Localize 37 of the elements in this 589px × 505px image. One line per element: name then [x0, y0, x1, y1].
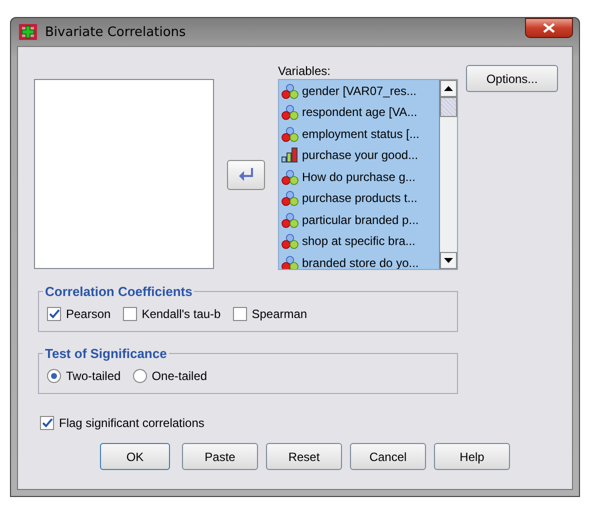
dialog-button[interactable]: Paste: [182, 443, 258, 470]
group-title: Test of Significance: [44, 346, 168, 361]
arrow-left-icon: [238, 168, 254, 182]
source-list[interactable]: [34, 79, 214, 269]
nominal-variable-icon: [281, 104, 299, 120]
nominal-variable-icon: [281, 168, 299, 185]
checkbox-option[interactable]: Spearman: [232, 307, 308, 321]
group-title: Correlation Coefficients: [44, 284, 194, 299]
scroll-up-icon[interactable]: [444, 86, 453, 91]
dialog-button[interactable]: Reset: [266, 443, 342, 470]
nominal-variable-icon: [281, 233, 299, 250]
checkbox-option[interactable]: Kendall's tau-b: [122, 307, 221, 321]
checkmark-icon: [48, 309, 60, 319]
checkbox-option[interactable]: Pearson: [47, 307, 111, 321]
dialog-button[interactable]: Help: [434, 443, 510, 470]
nominal-variable-icon: [281, 254, 299, 269]
scroll-down-icon[interactable]: [444, 258, 453, 263]
scroll-thumb[interactable]: [440, 97, 457, 117]
checkmark-icon: [42, 418, 52, 428]
dialog-button[interactable]: OK: [100, 443, 170, 470]
app-icon: [19, 24, 37, 40]
close-icon: [543, 23, 555, 33]
move-button[interactable]: [227, 160, 265, 190]
nominal-variable-icon: [281, 82, 299, 99]
nominal-variable-icon: [281, 190, 299, 206]
flag-checkbox[interactable]: Flag significant correlations: [40, 416, 558, 430]
radio-option[interactable]: Two-tailed: [47, 369, 121, 383]
scrollbar[interactable]: [439, 80, 457, 269]
window-title: Bivariate Correlations: [45, 24, 187, 40]
nominal-variable-icon: [281, 212, 299, 228]
radio-option[interactable]: One-tailed: [132, 369, 208, 383]
bar-chart-icon: [281, 147, 299, 164]
variables-label: Variables:: [278, 63, 332, 79]
nominal-variable-icon: [281, 126, 299, 142]
options-button[interactable]: Options...: [466, 65, 558, 92]
close-button[interactable]: [525, 18, 573, 38]
dialog-button[interactable]: Cancel: [350, 443, 426, 470]
